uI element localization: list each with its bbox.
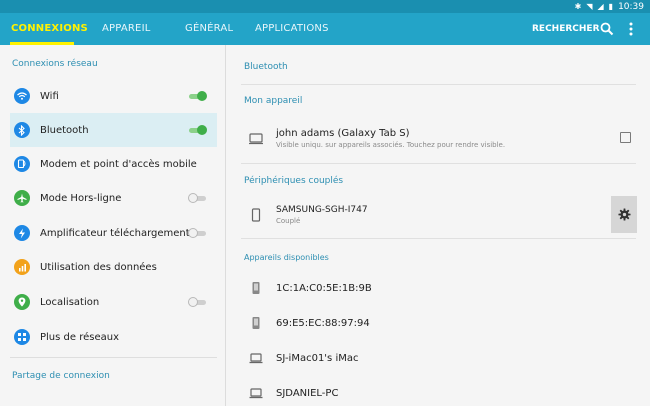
settings-sidebar: Connexions réseau Wifi Bluetooth Modem e… bbox=[0, 45, 226, 406]
device-settings-button[interactable] bbox=[611, 196, 637, 233]
visibility-checkbox[interactable] bbox=[620, 132, 631, 143]
detail-divider bbox=[241, 163, 636, 164]
tab-applications[interactable]: APPLICATIONS bbox=[255, 13, 329, 45]
wifi-status-icon: ◥ bbox=[586, 2, 593, 11]
available-device-row[interactable]: SJ-iMac01's iMac bbox=[241, 341, 636, 375]
bluetooth-toggle[interactable] bbox=[188, 125, 207, 135]
phone-icon bbox=[251, 208, 261, 222]
sidebar-item-data-usage[interactable]: Utilisation des données bbox=[10, 250, 217, 284]
available-device-name: SJDANIEL-PC bbox=[276, 387, 339, 399]
available-device-row[interactable]: SJDANIEL-PC bbox=[241, 376, 636, 406]
battery-status-icon: ▮ bbox=[608, 2, 614, 11]
signal-status-icon: ◢ bbox=[597, 2, 604, 11]
tab-appareil[interactable]: APPAREIL bbox=[102, 13, 151, 45]
sidebar-item-label: Localisation bbox=[40, 296, 100, 308]
available-device-name: 69:E5:EC:88:97:94 bbox=[276, 317, 370, 329]
sidebar-item-download-booster[interactable]: Amplificateur téléchargement bbox=[10, 216, 217, 250]
status-time: 10:39 bbox=[618, 1, 644, 12]
sidebar-item-hotspot[interactable]: Modem et point d'accès mobile bbox=[10, 147, 217, 181]
paired-device-status: Couplé bbox=[276, 217, 301, 225]
hotspot-icon bbox=[14, 156, 30, 172]
data-usage-icon bbox=[14, 259, 30, 275]
my-device-visibility: Visible uniqu. sur appareils associés. T… bbox=[276, 140, 506, 149]
section-title-available: Appareils disponibles bbox=[244, 253, 329, 262]
section-title-my-device: Mon appareil bbox=[244, 96, 303, 106]
status-bar: ✱ ◥ ◢ ▮ 10:39 bbox=[0, 0, 650, 13]
available-device-row[interactable]: 69:E5:EC:88:97:94 bbox=[241, 306, 636, 340]
bluetooth-detail-panel: Bluetooth Mon appareil john adams (Galax… bbox=[227, 45, 650, 406]
sidebar-divider bbox=[10, 357, 217, 358]
sidebar-item-wifi[interactable]: Wifi bbox=[10, 79, 217, 113]
paired-device-row[interactable]: SAMSUNG-SGH-I747 Couplé bbox=[241, 197, 611, 233]
detail-divider bbox=[241, 84, 636, 85]
lightning-icon bbox=[14, 225, 30, 241]
more-options-icon[interactable] bbox=[624, 21, 638, 37]
section-title-paired: Périphériques couplés bbox=[244, 176, 344, 186]
sidebar-item-label: Modem et point d'accès mobile bbox=[40, 158, 197, 170]
phone-icon bbox=[252, 282, 260, 294]
gear-icon bbox=[617, 208, 631, 221]
tab-connexions[interactable]: CONNEXIONS bbox=[11, 13, 88, 45]
available-device-row[interactable]: 1C:1A:C0:5E:1B:9B bbox=[241, 271, 636, 305]
location-toggle[interactable] bbox=[188, 297, 207, 307]
phone-icon bbox=[252, 317, 260, 329]
airplane-icon bbox=[14, 190, 30, 206]
my-device-name: john adams (Galaxy Tab S) bbox=[276, 127, 410, 139]
sidebar-item-label: Amplificateur téléchargement bbox=[40, 227, 190, 239]
detail-divider bbox=[241, 238, 636, 239]
sidebar-item-label: Bluetooth bbox=[40, 124, 89, 136]
wifi-toggle[interactable] bbox=[188, 91, 207, 101]
sidebar-item-label: Mode Hors-ligne bbox=[40, 192, 122, 204]
available-device-name: SJ-iMac01's iMac bbox=[276, 352, 359, 364]
airplane-mode-toggle[interactable] bbox=[188, 193, 207, 203]
tab-general[interactable]: GÉNÉRAL bbox=[185, 13, 233, 45]
sidebar-item-location[interactable]: Localisation bbox=[10, 285, 217, 319]
section-title-tethering: Partage de connexion bbox=[12, 371, 110, 381]
sidebar-item-bluetooth[interactable]: Bluetooth bbox=[10, 113, 217, 147]
available-device-name: 1C:1A:C0:5E:1B:9B bbox=[276, 282, 372, 294]
sidebar-item-label: Plus de réseaux bbox=[40, 331, 120, 343]
location-pin-icon bbox=[14, 294, 30, 310]
my-device-row[interactable]: john adams (Galaxy Tab S) Visible uniqu.… bbox=[241, 121, 636, 155]
sidebar-item-more-networks[interactable]: Plus de réseaux bbox=[10, 320, 217, 354]
search-button[interactable]: RECHERCHER bbox=[532, 13, 600, 45]
top-tab-bar: CONNEXIONS APPAREIL GÉNÉRAL APPLICATIONS… bbox=[0, 13, 650, 45]
bluetooth-icon bbox=[14, 122, 30, 138]
paired-device-name: SAMSUNG-SGH-I747 bbox=[276, 205, 368, 215]
download-booster-toggle[interactable] bbox=[188, 228, 207, 238]
sidebar-item-airplane-mode[interactable]: Mode Hors-ligne bbox=[10, 181, 217, 215]
laptop-icon bbox=[249, 388, 263, 399]
section-title-network: Connexions réseau bbox=[12, 59, 98, 69]
sidebar-item-label: Wifi bbox=[40, 90, 59, 102]
page-title: Bluetooth bbox=[244, 62, 288, 72]
laptop-icon bbox=[249, 353, 263, 364]
sidebar-item-label: Utilisation des données bbox=[40, 261, 157, 273]
search-icon[interactable] bbox=[600, 22, 614, 36]
bluetooth-status-icon: ✱ bbox=[574, 2, 582, 11]
tablet-icon bbox=[249, 133, 263, 145]
wifi-icon bbox=[14, 88, 30, 104]
more-networks-icon bbox=[14, 329, 30, 345]
